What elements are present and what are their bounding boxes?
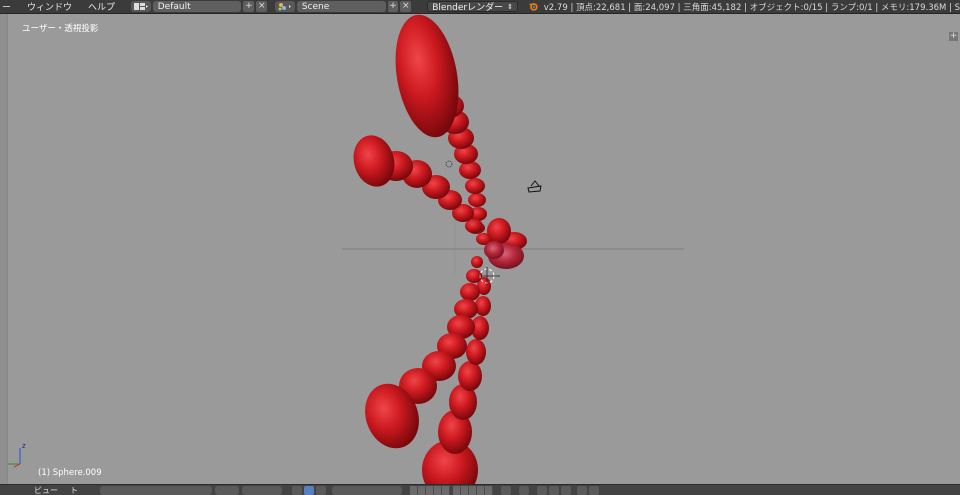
axis-z-label: z — [22, 442, 26, 450]
scene-icon[interactable] — [275, 1, 295, 12]
active-object-label: (1) Sphere.009 — [38, 468, 102, 478]
3d-view-header: ビュー ト — [0, 484, 960, 495]
menu-file-partial[interactable]: ー — [0, 0, 19, 13]
remove-scene-icon[interactable]: × — [400, 1, 412, 12]
chevron-updown-icon: ⇕ — [507, 2, 513, 11]
scene-field[interactable]: Scene — [296, 1, 386, 12]
lamp-object-icon[interactable] — [445, 160, 453, 168]
camera-object-icon[interactable] — [527, 180, 542, 193]
menu-window[interactable]: ウィンドウ — [19, 0, 80, 13]
scene-statistics: v2.79 | 頂点:22,681 | 面:24,097 | 三角面:45,18… — [543, 2, 960, 13]
view-perspective-label: ユーザー・透視投影 — [22, 24, 99, 34]
remove-layout-icon[interactable]: × — [256, 1, 268, 12]
screen-layout-field[interactable]: Default — [152, 1, 242, 12]
info-header: ー ウィンドウ ヘルプ Default + × Scene + × Blende… — [0, 0, 960, 14]
render-engine-select[interactable]: Blenderレンダー ⇕ — [427, 1, 518, 13]
menu-help[interactable]: ヘルプ — [80, 0, 123, 13]
screen-layout-icon[interactable] — [131, 1, 151, 12]
view-axis-gizmo — [8, 448, 21, 468]
blender-logo-icon — [528, 3, 538, 11]
3d-viewport[interactable]: z ユーザー・透視投影 (1) Sphere.009 + — [0, 14, 960, 484]
add-layout-icon[interactable]: + — [243, 1, 255, 12]
render-engine-label: Blenderレンダー — [432, 3, 504, 13]
add-scene-icon[interactable]: + — [387, 1, 399, 12]
properties-toggle-icon[interactable]: + — [949, 32, 958, 41]
viewport-scene — [8, 14, 684, 484]
